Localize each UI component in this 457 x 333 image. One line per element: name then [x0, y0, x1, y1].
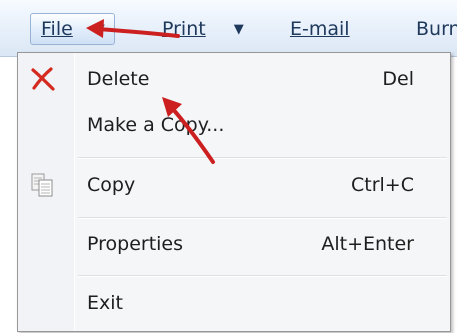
print-label: Print: [162, 18, 206, 40]
menu-item-label: Properties: [87, 233, 184, 255]
menu-item-shortcut: Ctrl+C: [351, 174, 414, 196]
menu-item-exit[interactable]: Exit: [18, 283, 450, 323]
menu-item-shortcut: Del: [382, 68, 414, 90]
email-label: E-mail: [290, 18, 350, 40]
menu-item-make-a-copy[interactable]: Make a Copy...: [18, 105, 450, 145]
burn-button[interactable]: Burn: [416, 14, 457, 44]
file-dropdown-menu: Delete Del Make a Copy... Copy Ctrl+C Pr…: [17, 52, 451, 332]
menu-item-properties[interactable]: Properties Alt+Enter: [18, 224, 450, 264]
file-label: File: [41, 18, 73, 40]
menu-item-shortcut: Alt+Enter: [321, 233, 414, 255]
menu-separator: [78, 157, 447, 159]
burn-label: Burn: [416, 18, 457, 40]
menu-separator: [78, 217, 447, 219]
command-bar: File ▼ Print ▼ E-mail Burn: [0, 0, 457, 57]
copy-pages-icon: [29, 172, 57, 198]
chevron-down-icon: ▼: [94, 22, 105, 37]
menu-item-copy[interactable]: Copy Ctrl+C: [18, 165, 450, 205]
red-x-delete-icon: [29, 66, 57, 92]
file-menu-button[interactable]: File ▼: [30, 13, 115, 45]
menu-item-label: Copy: [87, 174, 136, 196]
menu-item-delete[interactable]: Delete Del: [18, 59, 450, 99]
menu-item-label: Make a Copy...: [87, 114, 225, 136]
email-button[interactable]: E-mail: [290, 14, 350, 44]
menu-separator: [78, 275, 447, 277]
print-menu-button[interactable]: Print ▼: [162, 14, 244, 44]
chevron-down-icon: ▼: [233, 22, 244, 37]
menu-item-label: Exit: [87, 292, 123, 314]
menu-item-label: Delete: [87, 68, 150, 90]
